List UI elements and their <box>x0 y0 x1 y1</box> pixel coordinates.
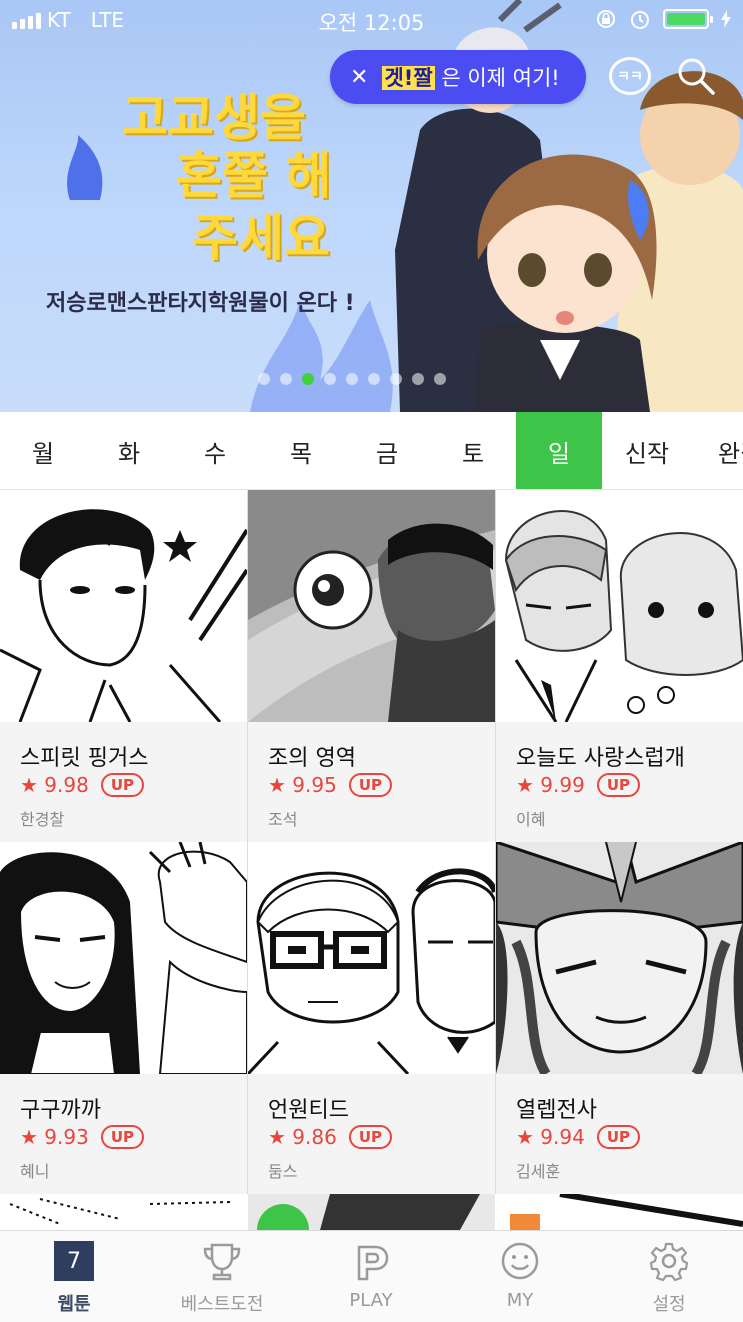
page-dot[interactable] <box>258 373 270 385</box>
search-icon[interactable] <box>676 56 716 96</box>
alarm-icon <box>631 11 649 29</box>
gear-icon <box>649 1242 689 1282</box>
comic-title: 언원티드 <box>268 1098 349 1123</box>
battery-icon <box>663 9 713 29</box>
up-badge: UP <box>100 1125 145 1149</box>
banner-headline-line2: 혼쭐 해 <box>176 147 332 205</box>
comic-title: 오늘도 사랑스럽개 <box>516 746 685 771</box>
comic-thumbnail[interactable] <box>248 490 495 722</box>
banner-pagination[interactable] <box>258 373 446 385</box>
comic-rating: ★ 9.86 <box>268 1125 337 1149</box>
bottom-tab-bar: 7 웹툰 베스트도전 PLAY MY 설정 <box>0 1230 743 1322</box>
status-bar: KT LTE 오전 12:05 <box>0 0 743 40</box>
banner-headline: 고교생을 혼쭐 해 주세요 <box>122 89 342 266</box>
play-icon <box>357 1245 389 1281</box>
tab-wed[interactable]: 수 <box>172 412 258 489</box>
comic-author: 둠스 <box>268 1162 298 1181</box>
nav-play[interactable]: PLAY <box>297 1231 445 1322</box>
partial-thumbnails <box>0 1194 743 1230</box>
tab-tue[interactable]: 화 <box>86 412 172 489</box>
calendar-day: 7 <box>54 1241 94 1281</box>
up-badge: UP <box>100 773 145 797</box>
page-dot[interactable] <box>390 373 402 385</box>
comic-thumbnail[interactable] <box>496 490 743 722</box>
comic-card[interactable]: 언원티드 ★ 9.86 UP 둠스 <box>248 842 495 1194</box>
day-tabs: 월 화 수 목 금 토 일 신작 완결 <box>0 412 743 490</box>
comic-author: 혜니 <box>20 1162 50 1181</box>
calendar-icon: 7 <box>54 1241 94 1283</box>
chat-icon[interactable]: ㅋㅋ <box>609 57 651 95</box>
tab-sat[interactable]: 토 <box>430 412 516 489</box>
comic-rating: ★ 9.99 <box>516 773 585 797</box>
up-badge: UP <box>348 773 393 797</box>
tab-fri[interactable]: 금 <box>344 412 430 489</box>
nav-best-challenge[interactable]: 베스트도전 <box>148 1231 296 1322</box>
comic-card[interactable]: 열렙전사 ★ 9.94 UP 김세훈 <box>496 842 743 1194</box>
comic-rating: ★ 9.98 <box>20 773 89 797</box>
comic-card[interactable]: 조의 영역 ★ 9.95 UP 조석 <box>248 490 495 842</box>
comic-title: 구구까까 <box>20 1098 101 1123</box>
comic-card[interactable]: 오늘도 사랑스럽개 ★ 9.99 UP 이혜 <box>496 490 743 842</box>
tab-completed[interactable]: 완결 <box>700 412 743 489</box>
banner-headline-line1: 고교생을 <box>122 89 306 147</box>
nav-webtoon[interactable]: 7 웹툰 <box>0 1231 148 1322</box>
up-badge: UP <box>348 1125 393 1149</box>
comic-thumbnail[interactable] <box>0 842 247 1074</box>
tab-mon[interactable]: 월 <box>0 412 86 489</box>
hero-banner[interactable]: 고교생을 혼쭐 해 주세요 저승로맨스판타지학원물이 온다 ! KT LTE 오… <box>0 0 743 412</box>
comic-thumbnail[interactable] <box>496 842 743 1074</box>
promo-highlight: 겟!짤 <box>382 66 435 90</box>
trophy-icon <box>203 1243 241 1281</box>
comic-card[interactable]: 구구까까 ★ 9.93 UP 혜니 <box>0 842 247 1194</box>
tab-sun[interactable]: 일 <box>516 412 602 489</box>
comic-thumbnail[interactable] <box>248 842 495 1074</box>
page-dot[interactable] <box>346 373 358 385</box>
comic-rating: ★ 9.93 <box>20 1125 89 1149</box>
tab-thu[interactable]: 목 <box>258 412 344 489</box>
nav-label: 설정 <box>652 1294 686 1315</box>
comic-rating: ★ 9.95 <box>268 773 337 797</box>
nav-settings[interactable]: 설정 <box>595 1231 743 1322</box>
comic-thumbnail[interactable] <box>0 490 247 722</box>
comic-author: 한경찰 <box>20 810 65 829</box>
charging-icon <box>721 10 731 28</box>
up-badge: UP <box>596 1125 641 1149</box>
rotation-lock-icon <box>597 10 615 28</box>
banner-headline-line3: 주세요 <box>192 209 330 267</box>
grid-divider <box>247 490 248 1194</box>
nav-label: MY <box>506 1290 534 1311</box>
comic-card[interactable]: 스피릿 핑거스 ★ 9.98 UP 한경찰 <box>0 490 247 842</box>
page-dot[interactable] <box>412 373 424 385</box>
tab-new[interactable]: 신작 <box>604 412 690 489</box>
page-dot[interactable] <box>368 373 380 385</box>
nav-label: PLAY <box>349 1290 393 1311</box>
comic-title: 조의 영역 <box>268 746 356 771</box>
nav-label: 베스트도전 <box>180 1294 264 1315</box>
nav-label: 웹툰 <box>57 1294 91 1315</box>
up-badge: UP <box>596 773 641 797</box>
grid-divider <box>495 490 496 1194</box>
page-dot-active[interactable] <box>302 373 314 385</box>
promo-text: 은 이제 여기! <box>441 66 560 90</box>
banner-subtitle: 저승로맨스판타지학원물이 온다 ! <box>46 291 355 316</box>
comic-rating: ★ 9.94 <box>516 1125 585 1149</box>
close-icon[interactable]: ✕ <box>350 65 368 90</box>
comic-author: 김세훈 <box>516 1162 561 1181</box>
comic-title: 스피릿 핑거스 <box>20 746 149 771</box>
page-dot[interactable] <box>280 373 292 385</box>
nav-my[interactable]: MY <box>446 1231 594 1322</box>
comic-author: 이혜 <box>516 810 546 829</box>
promo-toast[interactable]: ✕ 겟!짤 은 이제 여기! <box>330 50 586 104</box>
page-dot[interactable] <box>434 373 446 385</box>
page-dot[interactable] <box>324 373 336 385</box>
smiley-icon <box>501 1242 539 1280</box>
comic-title: 열렙전사 <box>516 1098 597 1123</box>
comic-author: 조석 <box>268 810 298 829</box>
comic-row-partial[interactable] <box>0 1194 743 1230</box>
